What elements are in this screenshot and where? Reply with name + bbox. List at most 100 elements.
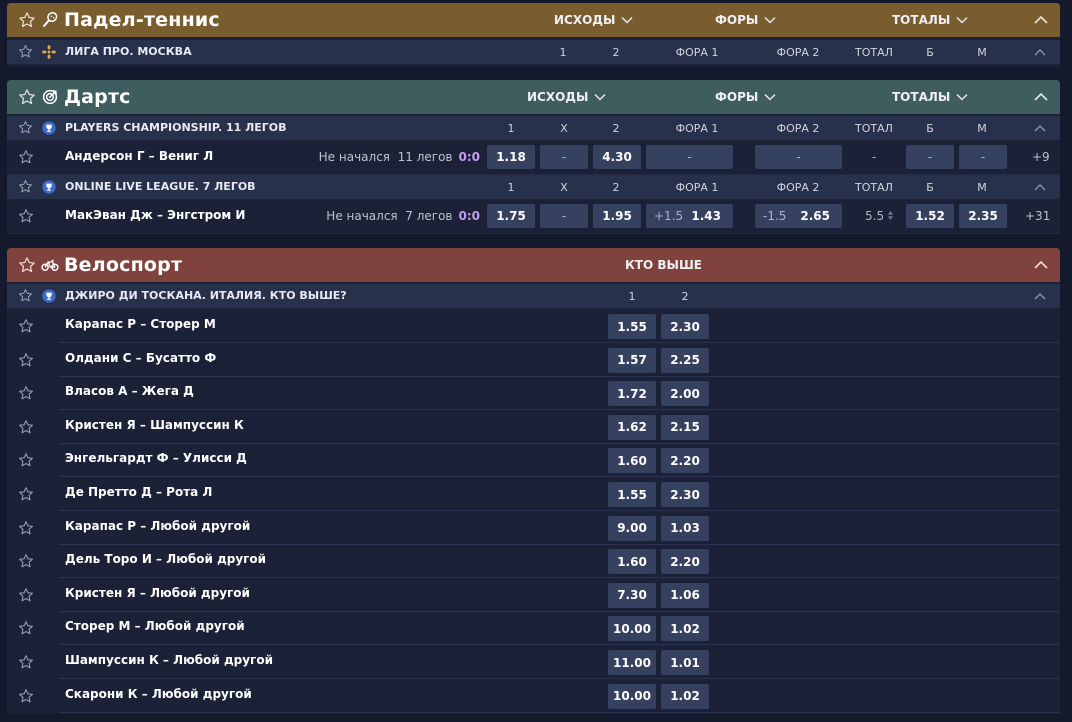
favorite-star-icon[interactable] <box>18 553 34 569</box>
favorite-star-icon[interactable] <box>18 318 34 334</box>
odd-1-button[interactable]: 1.60 <box>608 549 656 575</box>
favorite-star-icon[interactable] <box>18 288 33 303</box>
odd-2-button[interactable]: 1.03 <box>661 515 709 541</box>
odd-1-button[interactable]: 10.00 <box>608 616 656 642</box>
chevron-up-icon[interactable] <box>1034 124 1046 132</box>
odd-2-button[interactable]: 2.25 <box>661 347 709 373</box>
odd-1-button[interactable]: 1.55 <box>608 482 656 507</box>
favorite-star-icon[interactable] <box>18 654 34 670</box>
odd-1-button[interactable]: 1.55 <box>608 314 656 339</box>
event-row[interactable]: Энгельгардт Ф – Улисси Д 1.60 2.20 <box>7 443 1060 478</box>
event-name[interactable]: Дель Торо И – Любой другой <box>65 552 266 566</box>
league-row[interactable]: ЛИГА ПРО. МОСКВА 1 2 ФОРА 1 ФОРА 2 ТОТАЛ… <box>7 40 1060 64</box>
odd-1-button[interactable]: 7.30 <box>608 582 656 608</box>
totals-dropdown[interactable]: ТОТАЛЫ <box>892 90 968 104</box>
padel-header[interactable]: Падел-теннис ИСХОДЫ ФОРЫ ТОТАЛЫ <box>7 3 1060 37</box>
over-button[interactable]: - <box>906 145 954 169</box>
odd-2-button[interactable]: 2.20 <box>661 549 709 575</box>
event-name[interactable]: Олдани С – Бусатто Ф <box>65 351 216 365</box>
odd-2-button[interactable]: 4.30 <box>593 145 641 169</box>
event-name[interactable]: Кристен Я – Шампуссин К <box>65 418 244 432</box>
odd-1-button[interactable]: 1.72 <box>608 381 656 407</box>
handicaps-dropdown[interactable]: ФОРЫ <box>715 90 776 104</box>
odd-2-button[interactable]: 1.95 <box>593 204 641 228</box>
totals-dropdown[interactable]: ТОТАЛЫ <box>892 13 968 27</box>
odd-2-button[interactable]: 1.06 <box>661 582 709 608</box>
under-button[interactable]: 2.35 <box>959 204 1007 228</box>
outcomes-dropdown[interactable]: ИСХОДЫ <box>527 90 606 104</box>
odd-1-button[interactable]: 11.00 <box>608 650 656 675</box>
favorite-star-icon[interactable] <box>18 620 34 636</box>
favorite-star-icon[interactable] <box>18 385 34 401</box>
event-name[interactable]: МакЭван Дж – Энгстром И <box>65 208 245 222</box>
odd-2-button[interactable]: 1.01 <box>661 650 709 675</box>
favorite-star-icon[interactable] <box>18 208 34 224</box>
event-row[interactable]: Олдани С – Бусатто Ф 1.57 2.25 <box>7 343 1060 377</box>
event-name[interactable]: Сторер М – Любой другой <box>65 619 245 633</box>
favorite-star-icon[interactable] <box>18 520 34 536</box>
event-name[interactable]: Энгельгардт Ф – Улисси Д <box>65 451 247 465</box>
event-name[interactable]: Шампуссин К – Любой другой <box>65 653 273 667</box>
favorite-star-icon[interactable] <box>18 486 34 502</box>
odd-1-button[interactable]: 1.18 <box>487 145 535 169</box>
favorite-star-icon[interactable] <box>18 352 34 368</box>
favorite-star-icon[interactable] <box>18 88 36 106</box>
odd-2-button[interactable]: 2.15 <box>661 414 709 440</box>
event-row[interactable]: Кристен Я – Шампуссин К 1.62 2.15 <box>7 410 1060 444</box>
favorite-star-icon[interactable] <box>18 149 34 165</box>
event-name[interactable]: Андерсон Г – Вениг Л <box>65 149 213 163</box>
chevron-up-icon[interactable] <box>1034 183 1046 191</box>
event-name[interactable]: Власов А – Жега Д <box>65 384 194 398</box>
chevron-up-icon[interactable] <box>1034 15 1048 24</box>
event-row[interactable]: Шампуссин К – Любой другой 11.00 1.01 <box>7 645 1060 679</box>
fora-2-button[interactable]: -1.5 2.65 <box>755 204 842 228</box>
odd-2-button[interactable]: 1.02 <box>661 616 709 642</box>
chevron-up-icon[interactable] <box>1034 92 1048 101</box>
more-markets-link[interactable]: +31 <box>1025 209 1050 223</box>
odd-2-button[interactable]: 1.02 <box>661 683 709 709</box>
more-markets-link[interactable]: +9 <box>1032 150 1050 164</box>
odd-2-button[interactable]: 2.30 <box>661 482 709 507</box>
favorite-star-icon[interactable] <box>18 44 33 59</box>
event-row[interactable]: Карапас Р – Сторер М 1.55 2.30 <box>7 309 1060 343</box>
odd-1-button[interactable]: 1.62 <box>608 414 656 440</box>
event-name[interactable]: Карапас Р – Сторер М <box>65 317 216 331</box>
favorite-star-icon[interactable] <box>18 120 33 135</box>
chevron-up-icon[interactable] <box>1034 292 1046 300</box>
event-row[interactable]: МакЭван Дж – Энгстром И Не начался 7 лег… <box>7 200 1060 234</box>
league-row[interactable]: PLAYERS CHAMPIONSHIP. 11 ЛЕГОВ 1 X 2 ФОР… <box>7 116 1060 140</box>
event-row[interactable]: Власов А – Жега Д 1.72 2.00 <box>7 376 1060 411</box>
favorite-star-icon[interactable] <box>18 11 36 29</box>
fora-1-button[interactable]: - <box>646 145 733 169</box>
over-button[interactable]: 1.52 <box>906 204 954 228</box>
odd-1-button[interactable]: 10.00 <box>608 683 656 709</box>
league-row[interactable]: ДЖИРО ДИ ТОСКАНА. ИТАЛИЯ. КТО ВЫШЕ? 1 2 <box>7 284 1060 308</box>
favorite-star-icon[interactable] <box>18 419 34 435</box>
chevron-up-icon[interactable] <box>1034 260 1048 269</box>
odd-1-button[interactable]: 1.57 <box>608 347 656 373</box>
event-row[interactable]: Скарони К – Любой другой 10.00 1.02 <box>7 679 1060 713</box>
event-row[interactable]: Кристен Я – Любой другой 7.30 1.06 <box>7 578 1060 612</box>
odd-2-button[interactable]: 2.00 <box>661 381 709 407</box>
odd-1-button[interactable]: 1.60 <box>608 448 656 474</box>
darts-header[interactable]: Дартс ИСХОДЫ ФОРЫ ТОТАЛЫ <box>7 80 1060 114</box>
under-button[interactable]: - <box>959 145 1007 169</box>
handicaps-dropdown[interactable]: ФОРЫ <box>715 13 776 27</box>
odd-x-button[interactable]: - <box>540 204 588 228</box>
chevron-up-icon[interactable] <box>1034 48 1046 56</box>
favorite-star-icon[interactable] <box>18 179 33 194</box>
event-name[interactable]: Кристен Я – Любой другой <box>65 586 250 600</box>
odd-x-button[interactable]: - <box>540 145 588 169</box>
odd-1-button[interactable]: 9.00 <box>608 515 656 541</box>
event-row[interactable]: Карапас Р – Любой другой 9.00 1.03 <box>7 511 1060 545</box>
favorite-star-icon[interactable] <box>18 587 34 603</box>
favorite-star-icon[interactable] <box>18 688 34 704</box>
fora-2-button[interactable]: - <box>755 145 842 169</box>
total-selector[interactable]: 5.5 <box>865 209 894 223</box>
outcomes-dropdown[interactable]: ИСХОДЫ <box>554 13 633 27</box>
event-row[interactable]: Андерсон Г – Вениг Л Не начался 11 легов… <box>7 141 1060 175</box>
cycling-header[interactable]: Велоспорт КТО ВЫШЕ <box>7 248 1060 282</box>
favorite-star-icon[interactable] <box>18 452 34 468</box>
event-row[interactable]: Дель Торо И – Любой другой 1.60 2.20 <box>7 544 1060 579</box>
event-row[interactable]: Сторер М – Любой другой 10.00 1.02 <box>7 611 1060 646</box>
